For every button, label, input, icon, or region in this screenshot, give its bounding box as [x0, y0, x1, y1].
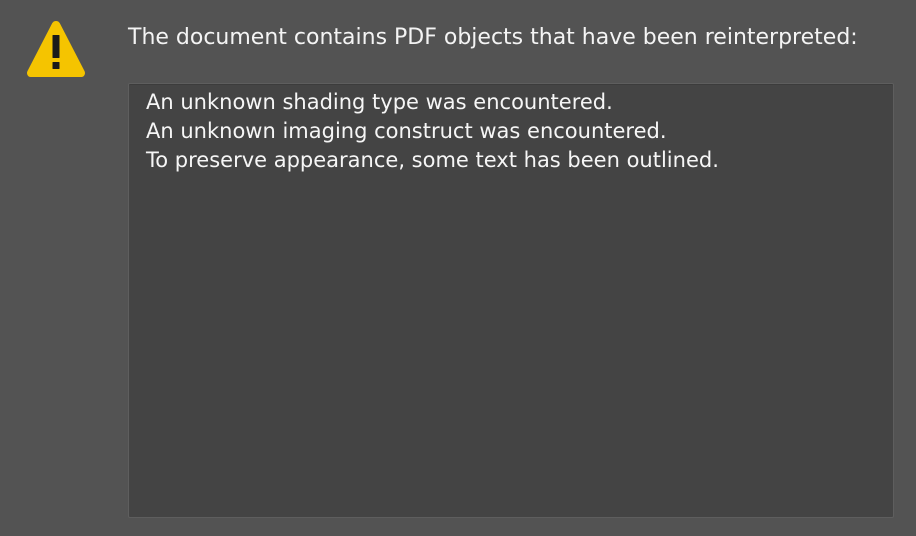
details-line-imaging: An unknown imaging construct was encount…	[146, 119, 667, 143]
dialog-message: The document contains PDF objects that h…	[128, 25, 858, 50]
details-line-shading: An unknown shading type was encountered.	[146, 90, 613, 114]
reinterpreted-objects-dialog: The document contains PDF objects that h…	[0, 0, 916, 536]
warning-icon	[25, 18, 87, 80]
details-list[interactable]: An unknown shading type was encountered.…	[128, 83, 894, 518]
details-line-outlined-text: To preserve appearance, some text has be…	[146, 148, 719, 172]
